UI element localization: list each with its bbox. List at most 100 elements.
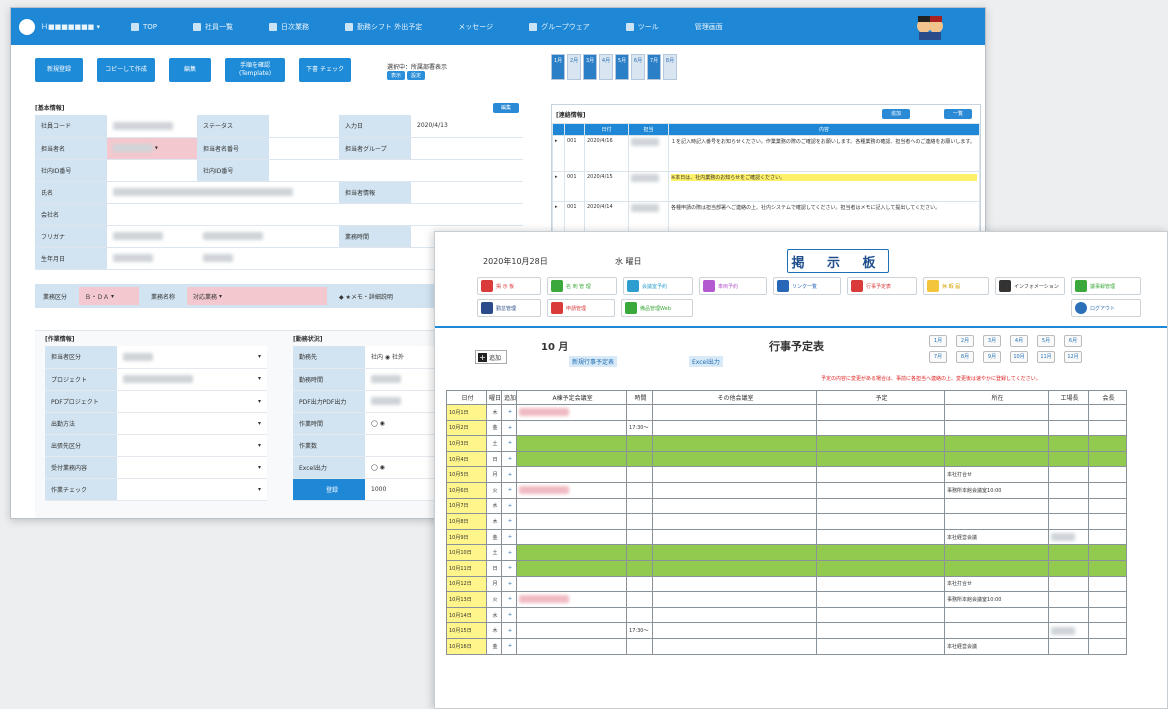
add-row-button[interactable]: + [501, 435, 518, 452]
app-car[interactable]: 車両予約 [699, 277, 767, 295]
template-button[interactable]: 手順を確認 (Template) [225, 58, 285, 82]
add-row-button[interactable]: + [501, 591, 518, 608]
month-button[interactable]: 9月 [983, 351, 1001, 363]
month-button[interactable]: 11月 [1037, 351, 1055, 363]
expand-toggle[interactable]: ▸ [552, 135, 565, 172]
business-type-select[interactable]: Ｂ・ＤＡ ▾ [79, 287, 140, 305]
add-event-button[interactable]: + 追加 [475, 350, 507, 364]
month-button[interactable]: 7月 [929, 351, 947, 363]
basic-edit-button[interactable]: 編集 [493, 103, 519, 113]
add-row-button[interactable]: + [501, 466, 518, 483]
event-cell [816, 450, 946, 468]
nav-item-admin[interactable]: 管理画面 [695, 22, 723, 32]
app-bulletin[interactable]: 掲 示 板 [477, 277, 541, 295]
selection-tag[interactable]: 表示 [387, 71, 406, 80]
month-button[interactable]: 2月 [956, 335, 974, 347]
add-row-button[interactable]: + [501, 575, 518, 593]
select-field[interactable]: ▾ [117, 390, 267, 413]
board-title: 掲 示 板 [787, 249, 889, 273]
app-attendance[interactable]: 勤怠管理 [477, 299, 541, 317]
select-field[interactable]: ▾ [117, 434, 267, 457]
add-row-button[interactable]: + [501, 450, 518, 468]
add-row-button[interactable]: + [501, 528, 518, 546]
month-cell[interactable]: 6月 [631, 54, 645, 80]
app-links[interactable]: リンク一覧 [773, 277, 841, 295]
nav-item-message[interactable]: メッセージ [458, 22, 493, 32]
add-row-button[interactable]: + [501, 419, 518, 437]
selection-tag[interactable]: 設定 [407, 71, 426, 80]
copy-create-button[interactable]: コピーして作成 [97, 58, 155, 82]
month-cell[interactable]: 8月 [663, 54, 677, 80]
app-requests[interactable]: 申請管理 [547, 299, 615, 317]
nav-item-tools[interactable]: ツール [625, 22, 659, 32]
add-row-button[interactable]: + [501, 544, 518, 561]
app-events[interactable]: 行事予定表 [847, 277, 917, 295]
edit-button[interactable]: 編集 [169, 58, 211, 82]
select-field[interactable]: ▾ [117, 478, 267, 501]
select-field[interactable]: ▾ [117, 346, 267, 369]
month-button[interactable]: 4月 [1010, 335, 1028, 347]
nav-item-groupware[interactable]: グループウェア [529, 22, 590, 32]
app-label: 勤怠管理 [496, 305, 517, 312]
add-row-button[interactable]: + [501, 637, 518, 655]
add-row-button[interactable]: + [501, 622, 518, 639]
app-leave[interactable]: 休 暇 届 [923, 277, 989, 295]
app-room[interactable]: 会議室予約 [623, 277, 693, 295]
app-cards[interactable]: 名 刺 管 理 [547, 277, 617, 295]
logout-button[interactable]: ログアウト [1071, 299, 1141, 317]
register-submit-button[interactable]: 登録 [293, 478, 365, 501]
nav-item-daily[interactable]: 日次業務 [269, 22, 309, 32]
notes-add-button[interactable]: 追加 [882, 109, 910, 119]
app-equipment[interactable]: 備品管理Web [621, 299, 693, 317]
add-row-button[interactable]: + [501, 606, 518, 624]
month-cell[interactable]: 3月 [583, 54, 597, 80]
app-info[interactable]: インフォメーション [995, 277, 1065, 295]
select-field[interactable]: ▾ [117, 412, 267, 435]
event-cell [816, 591, 946, 608]
event-cell [816, 606, 946, 624]
month-cell[interactable]: 1月 [551, 54, 565, 80]
select-field[interactable]: ▾ [117, 456, 267, 479]
col-header[interactable]: 曜日 [485, 390, 503, 405]
notes-list-button[interactable]: 一覧 [944, 109, 972, 119]
select-field[interactable]: ▾ [117, 368, 267, 391]
app-minutes[interactable]: 議事録管理 [1071, 277, 1141, 295]
register-button[interactable]: 新規登録 [35, 58, 83, 82]
month-button[interactable]: 12月 [1064, 351, 1082, 363]
expand-toggle[interactable]: ▸ [552, 171, 565, 202]
month-cell[interactable]: 4月 [599, 54, 613, 80]
user-menu[interactable]: Ｈ■■■■■■■ ▾ [41, 22, 101, 32]
business-name-select[interactable]: 対応業務 ▾ [187, 287, 328, 305]
add-row-button[interactable]: + [501, 497, 518, 515]
month-button[interactable]: 1月 [929, 335, 947, 347]
month-button[interactable]: 6月 [1064, 335, 1082, 347]
globe-icon [529, 22, 538, 31]
location-cell: 本社経営会議 [944, 528, 1050, 546]
add-row-button[interactable]: + [501, 404, 518, 421]
add-row-button[interactable]: + [501, 513, 518, 530]
month-button[interactable]: 8月 [956, 351, 974, 363]
nav-item-staff[interactable]: 社員一覧 [193, 22, 233, 32]
new-schedule-link[interactable]: 新規行事予定表 [569, 356, 618, 367]
month-button[interactable]: 10月 [1010, 351, 1028, 363]
month-cell[interactable]: 7月 [647, 54, 661, 80]
other-room-cell [652, 466, 818, 483]
add-row-button[interactable]: + [501, 559, 518, 577]
month-button[interactable]: 3月 [983, 335, 1001, 347]
draft-check-button[interactable]: 下書 チェック [299, 58, 351, 82]
location-cell [944, 435, 1050, 452]
nav-item-shift[interactable]: 勤務シフト 外出予定 [345, 22, 422, 32]
memo-link[interactable]: ◆ ★メモ・詳細説明 [339, 292, 393, 301]
col-header[interactable]: 日付 [446, 390, 487, 405]
factory-manager-cell [1048, 481, 1090, 499]
bulletin-board-window: 2020年10月28日 水 曜日 掲 示 板 掲 示 板 名 刺 管 理 会議室… [434, 231, 1168, 709]
month-cell[interactable]: 2月 [567, 54, 581, 80]
nav-item-top[interactable]: TOP [131, 22, 157, 31]
app-label: 車両予約 [718, 283, 739, 290]
staff-select[interactable]: ▾ [107, 137, 197, 160]
add-row-button[interactable]: + [501, 481, 518, 499]
other-room-cell [652, 575, 818, 593]
month-button[interactable]: 5月 [1037, 335, 1055, 347]
excel-export-link[interactable]: Excel出力 [689, 356, 723, 367]
month-cell[interactable]: 5月 [615, 54, 629, 80]
